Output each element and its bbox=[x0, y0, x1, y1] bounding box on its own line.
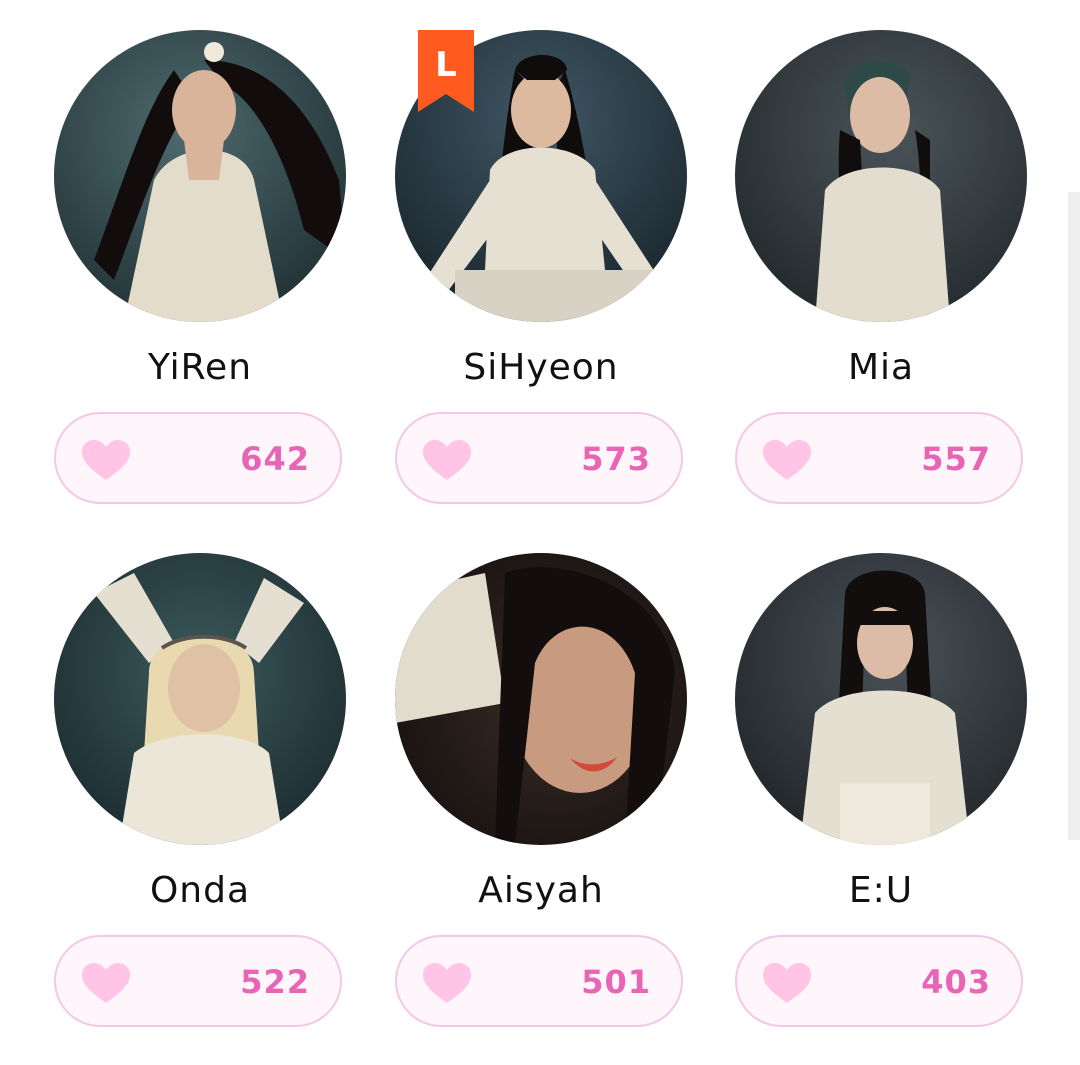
leader-badge-letter: L bbox=[435, 45, 457, 85]
heart-icon bbox=[763, 963, 811, 1003]
vote-count: 522 bbox=[240, 963, 310, 1001]
heart-icon bbox=[82, 963, 130, 1003]
vote-count: 403 bbox=[921, 963, 991, 1001]
member-name: Onda bbox=[149, 870, 251, 911]
vote-count: 557 bbox=[921, 440, 991, 478]
member-photo-eu[interactable] bbox=[735, 553, 1027, 845]
vote-button-mia[interactable]: 557 bbox=[735, 412, 1023, 504]
member-card-eu: E:U 403 bbox=[735, 553, 1027, 1033]
heart-icon bbox=[763, 440, 811, 480]
member-photo-mia[interactable] bbox=[735, 30, 1027, 322]
member-card-onda: Onda 522 bbox=[54, 553, 346, 1033]
vote-button-aisyah[interactable]: 501 bbox=[395, 935, 683, 1027]
heart-icon bbox=[82, 440, 130, 480]
portrait-image bbox=[395, 553, 687, 845]
vote-count: 501 bbox=[581, 963, 651, 1001]
vote-button-eu[interactable]: 403 bbox=[735, 935, 1023, 1027]
member-name: Aisyah bbox=[478, 870, 604, 911]
member-card-aisyah: Aisyah 501 bbox=[395, 553, 687, 1033]
member-name: E:U bbox=[848, 870, 914, 911]
portrait-image bbox=[735, 553, 1027, 845]
scrollbar[interactable] bbox=[1068, 192, 1080, 840]
leader-bookmark-icon: L bbox=[418, 30, 474, 112]
member-name: SiHyeon bbox=[463, 347, 619, 388]
vote-button-sihyeon[interactable]: 573 bbox=[395, 412, 683, 504]
member-card-mia: Mia 557 bbox=[735, 30, 1027, 510]
member-photo-yiren[interactable] bbox=[54, 30, 346, 322]
member-name: Mia bbox=[847, 347, 915, 388]
vote-count: 573 bbox=[581, 440, 651, 478]
vote-button-onda[interactable]: 522 bbox=[54, 935, 342, 1027]
heart-icon bbox=[423, 963, 471, 1003]
member-vote-grid: YiRen 642 SiHyeon 573 Mia 557 Onda 522 A… bbox=[0, 0, 1080, 1065]
portrait-image bbox=[54, 553, 346, 845]
member-name: YiRen bbox=[147, 347, 253, 388]
member-card-yiren: YiRen 642 bbox=[54, 30, 346, 510]
heart-icon bbox=[423, 440, 471, 480]
portrait-image bbox=[54, 30, 346, 322]
member-photo-aisyah[interactable] bbox=[395, 553, 687, 845]
vote-button-yiren[interactable]: 642 bbox=[54, 412, 342, 504]
vote-count: 642 bbox=[240, 440, 310, 478]
portrait-image bbox=[735, 30, 1027, 322]
member-photo-onda[interactable] bbox=[54, 553, 346, 845]
